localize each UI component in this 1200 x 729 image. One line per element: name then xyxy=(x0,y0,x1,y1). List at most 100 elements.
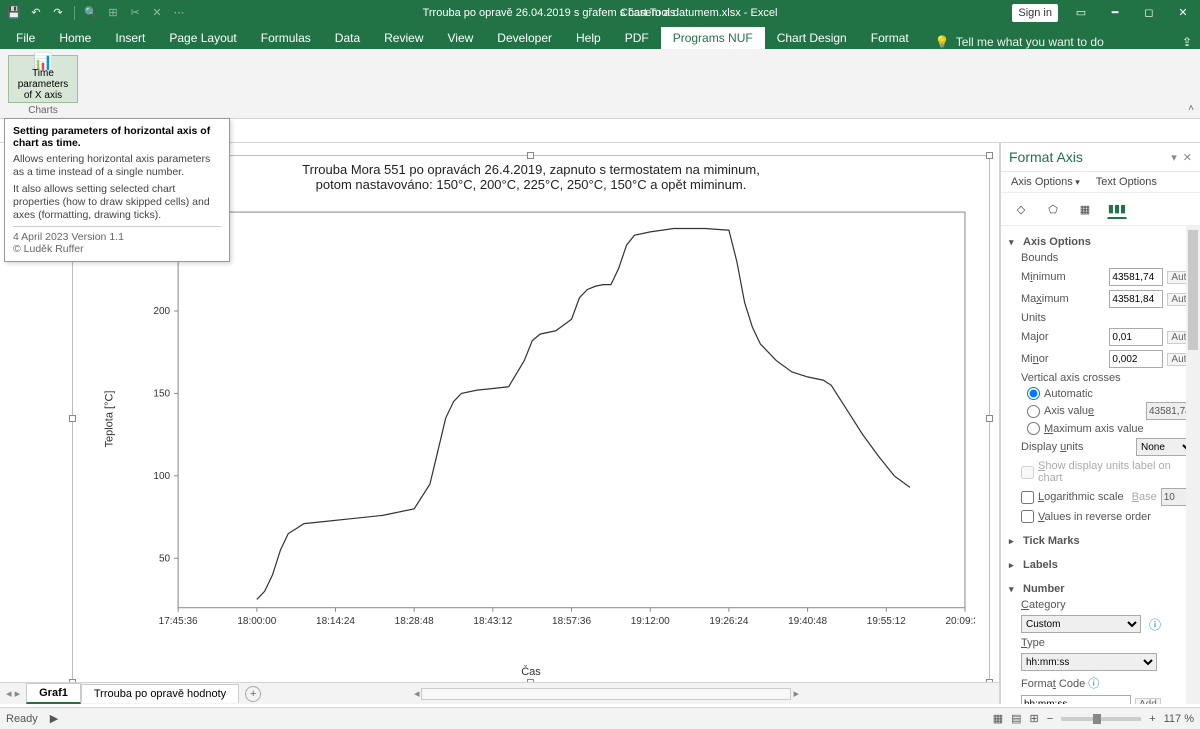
save-icon[interactable]: 💾 xyxy=(6,5,22,21)
qat-icon-1[interactable]: ⊞ xyxy=(105,5,121,21)
tab-developer[interactable]: Developer xyxy=(485,27,564,49)
text-options-tab[interactable]: Text Options xyxy=(1096,176,1157,188)
collapse-ribbon-icon[interactable]: ˄ xyxy=(1188,103,1194,114)
tell-me[interactable]: 💡 Tell me what you want to do xyxy=(935,35,1104,49)
minor-input[interactable] xyxy=(1109,350,1163,368)
show-du-checkbox xyxy=(1021,466,1034,479)
reverse-label: Values in reverse order xyxy=(1038,511,1151,523)
tooltip-title: Setting parameters of horizontal axis of… xyxy=(13,125,221,149)
section-axis-options[interactable]: ▾Axis Options xyxy=(1009,234,1196,250)
max-axis-value-radio[interactable] xyxy=(1027,422,1040,435)
display-units-label: Display units xyxy=(1021,441,1132,453)
tab-view[interactable]: View xyxy=(436,27,486,49)
section-labels[interactable]: ▸Labels xyxy=(1009,557,1196,573)
svg-text:19:40:48: 19:40:48 xyxy=(788,616,827,627)
tooltip-footer1: 4 April 2023 Version 1.1 xyxy=(13,231,221,243)
tab-formulas[interactable]: Formulas xyxy=(249,27,323,49)
tab-insert[interactable]: Insert xyxy=(103,27,157,49)
maximum-input[interactable] xyxy=(1109,290,1163,308)
tab-data[interactable]: Data xyxy=(323,27,372,49)
title-bar: 💾 ↶ ↷ 🔍 ⊞ ✂ ✕ ⋯ Trrouba po opravě 26.04.… xyxy=(0,0,1200,25)
svg-text:150: 150 xyxy=(153,388,170,399)
tab-chart-design[interactable]: Chart Design xyxy=(765,27,859,49)
view-page-icon[interactable]: ▤ xyxy=(1011,712,1021,725)
tab-programs-nuf[interactable]: Programs NUF xyxy=(661,27,765,49)
qat-icon-3[interactable]: ✕ xyxy=(149,5,165,21)
tab-home[interactable]: Home xyxy=(47,27,103,49)
undo-icon[interactable]: ↶ xyxy=(28,5,44,21)
horizontal-scrollbar[interactable]: ◂▸ xyxy=(414,687,999,700)
tab-pdf[interactable]: PDF xyxy=(613,27,661,49)
tab-format[interactable]: Format xyxy=(859,27,921,49)
tooltip-body2: It also allows setting selected chart pr… xyxy=(13,183,221,222)
minimum-input[interactable] xyxy=(1109,268,1163,286)
svg-text:17:45:36: 17:45:36 xyxy=(159,616,198,627)
tab-page-layout[interactable]: Page Layout xyxy=(157,27,248,49)
resize-handle[interactable] xyxy=(986,152,993,159)
show-du-label: Show display units label on chart xyxy=(1038,460,1196,484)
add-button[interactable]: Add xyxy=(1135,698,1161,705)
type-select[interactable]: hh:mm:ss xyxy=(1021,653,1157,671)
sheet-nav[interactable]: ◂ ▸ xyxy=(0,687,26,700)
view-break-icon[interactable]: ⊞ xyxy=(1030,712,1039,725)
resize-handle[interactable] xyxy=(986,415,993,422)
pane-scrollbar[interactable] xyxy=(1186,226,1200,704)
category-select[interactable]: Custom xyxy=(1021,615,1141,633)
sheet-tab-data[interactable]: Trrouba po opravě hodnoty xyxy=(81,684,239,703)
axis-options-tab[interactable]: Axis Options xyxy=(1011,176,1080,188)
minimize-icon[interactable]: ━ xyxy=(1098,0,1132,25)
type-label: Type xyxy=(1009,635,1196,651)
preview-icon[interactable]: 🔍 xyxy=(83,5,99,21)
pane-close-icon[interactable]: ✕ xyxy=(1183,151,1192,164)
maximize-icon[interactable]: ◻ xyxy=(1132,0,1166,25)
share-button[interactable]: ⇪ xyxy=(1182,35,1192,49)
section-tick-marks[interactable]: ▸Tick Marks xyxy=(1009,533,1196,549)
qat-icon-2[interactable]: ✂ xyxy=(127,5,143,21)
window-title: Trrouba po opravě 26.04.2019 s gřafem s … xyxy=(423,7,778,19)
resize-handle[interactable] xyxy=(527,152,534,159)
zoom-in-icon[interactable]: + xyxy=(1149,713,1155,725)
minimum-label: Minimum xyxy=(1021,271,1105,283)
tooltip-footer2: © Luděk Ruffer xyxy=(13,243,221,255)
axis-icon[interactable]: ▮▮▮ xyxy=(1107,199,1127,219)
format-code-input[interactable] xyxy=(1021,695,1131,704)
ribbon: 📊 Time parameters of X axis Charts ˄ xyxy=(0,49,1200,119)
effects-icon[interactable]: ⬠ xyxy=(1043,199,1063,219)
zoom-out-icon[interactable]: − xyxy=(1047,713,1053,725)
ribbon-display-icon[interactable]: ▭ xyxy=(1064,0,1098,25)
reverse-checkbox[interactable] xyxy=(1021,510,1034,523)
plot-area[interactable]: 5010015020025017:45:3618:00:0018:14:2418… xyxy=(123,204,975,638)
macro-icon[interactable]: ▶ xyxy=(50,712,58,725)
ribbon-tabs: File Home Insert Page Layout Formulas Da… xyxy=(0,25,1200,49)
y-axis-label[interactable]: Teplota [°C] xyxy=(103,391,115,448)
sheet-tab-graf1[interactable]: Graf1 xyxy=(26,683,81,704)
major-input[interactable] xyxy=(1109,328,1163,346)
redo-icon[interactable]: ↷ xyxy=(50,5,66,21)
view-normal-icon[interactable]: ▦ xyxy=(993,712,1003,725)
time-parameters-button[interactable]: 📊 Time parameters of X axis xyxy=(8,55,78,103)
tab-help[interactable]: Help xyxy=(564,27,613,49)
btn-label-1: Time parameters xyxy=(9,68,77,90)
pane-dropdown-icon[interactable]: ▾ xyxy=(1171,151,1177,164)
axis-value-radio[interactable] xyxy=(1027,405,1040,418)
close-icon[interactable]: ✕ xyxy=(1166,0,1200,25)
svg-text:18:14:24: 18:14:24 xyxy=(316,616,355,627)
zoom-level[interactable]: 117 % xyxy=(1164,713,1194,725)
status-bar: Ready ▶ ▦ ▤ ⊞ − + 117 % xyxy=(0,707,1200,729)
lightbulb-icon: 💡 xyxy=(935,35,950,49)
x-axis-label[interactable]: Čas xyxy=(521,666,541,678)
automatic-radio[interactable] xyxy=(1027,387,1040,400)
log-scale-checkbox[interactable] xyxy=(1021,491,1034,504)
resize-handle[interactable] xyxy=(69,415,76,422)
sign-in-button[interactable]: Sign in xyxy=(1012,4,1058,22)
qat-icon-4[interactable]: ⋯ xyxy=(171,5,187,21)
tab-file[interactable]: File xyxy=(4,27,47,49)
fill-icon[interactable]: ◇ xyxy=(1011,199,1031,219)
zoom-slider[interactable] xyxy=(1061,717,1141,721)
section-number[interactable]: ▾Number xyxy=(1009,581,1196,597)
tab-review[interactable]: Review xyxy=(372,27,435,49)
add-sheet-button[interactable]: + xyxy=(245,686,261,702)
info-icon[interactable]: ⓘ xyxy=(1149,616,1161,633)
svg-text:19:12:00: 19:12:00 xyxy=(631,616,670,627)
size-icon[interactable]: ▦ xyxy=(1075,199,1095,219)
